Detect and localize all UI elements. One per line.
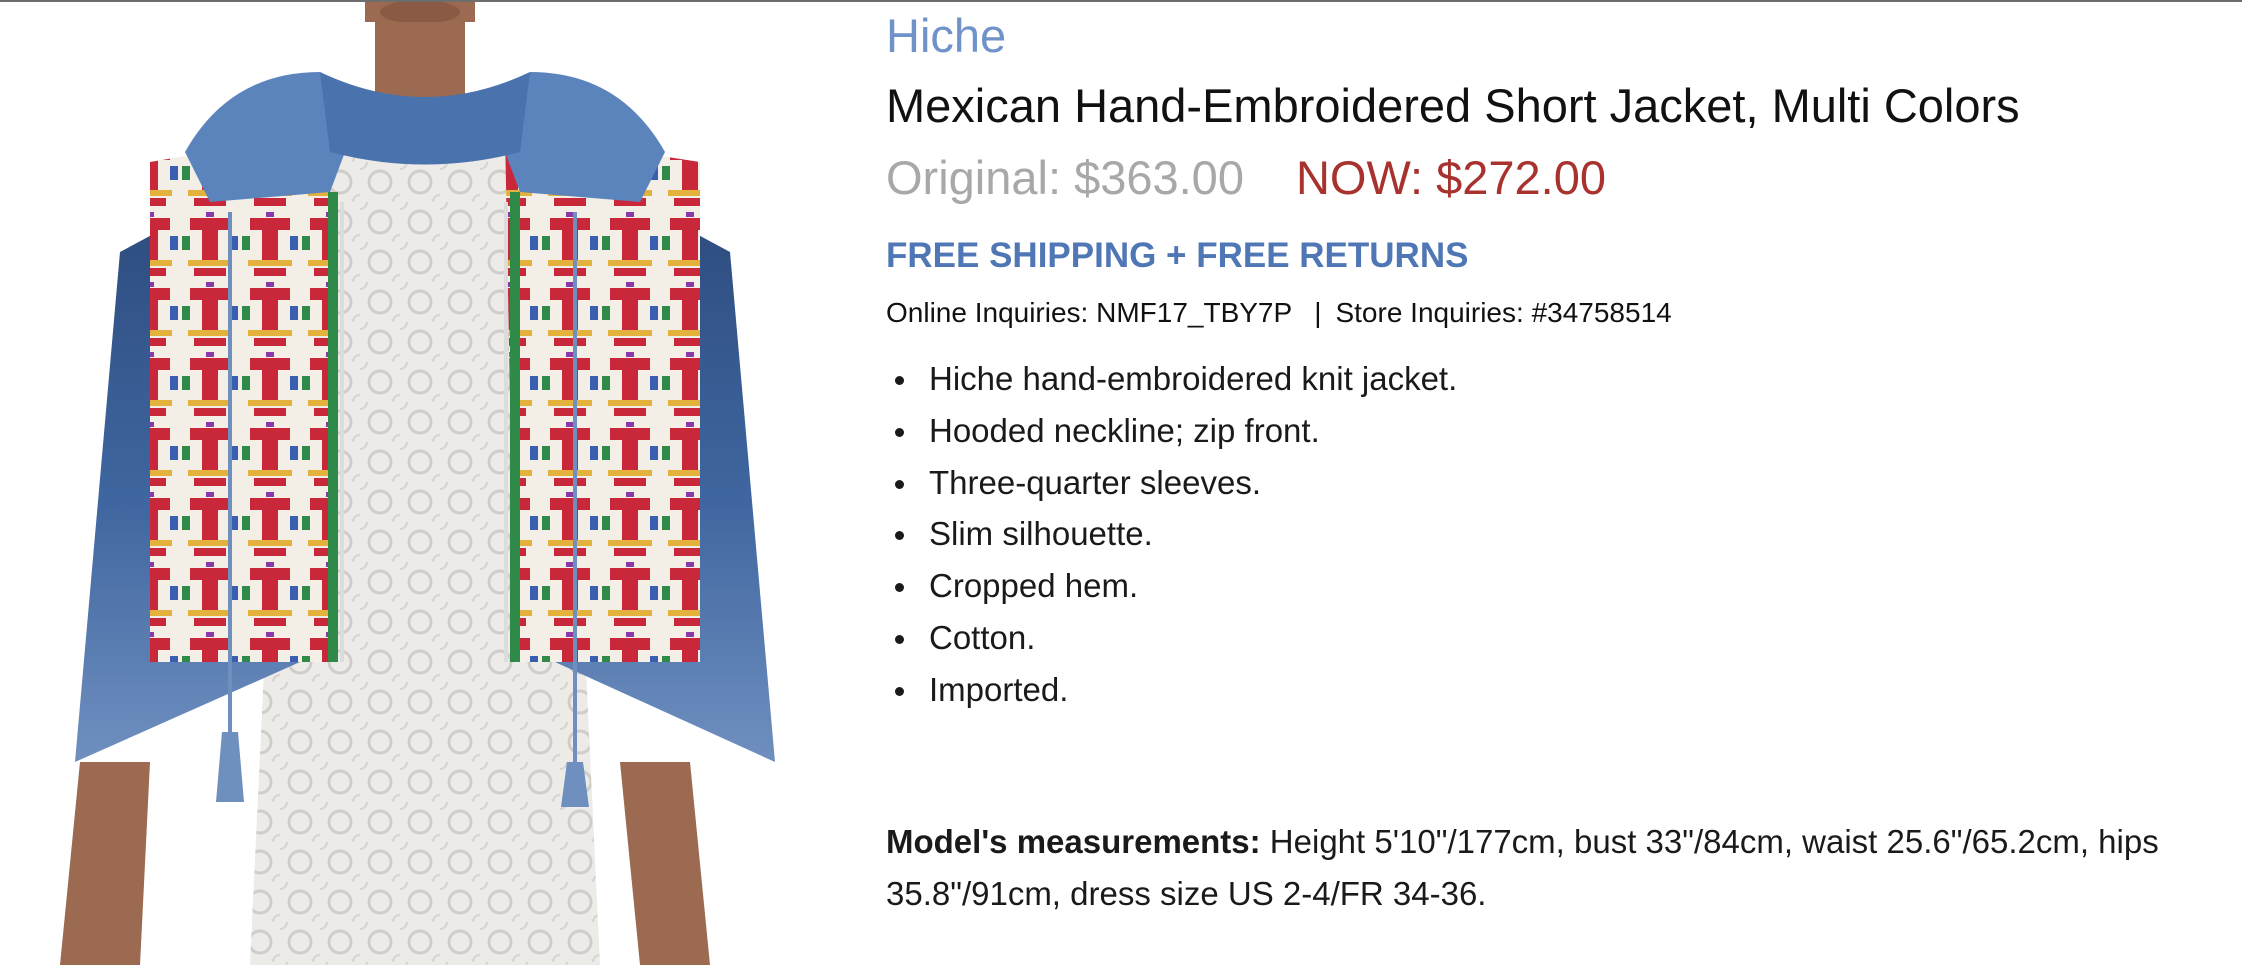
feature-item: Imported. bbox=[886, 664, 1457, 716]
feature-item: Slim silhouette. bbox=[886, 508, 1457, 560]
model-measurements: Model's measurements: Height 5'10"/177cm… bbox=[886, 816, 2226, 920]
sale-price: NOW: $272.00 bbox=[1295, 151, 1606, 204]
product-title: Mexican Hand-Embroidered Short Jacket, M… bbox=[886, 79, 2020, 132]
feature-item: Hooded neckline; zip front. bbox=[886, 405, 1457, 457]
inquiries-separator: | bbox=[1314, 297, 1322, 328]
measurements-label: Model's measurements: bbox=[886, 823, 1261, 860]
product-photo-icon bbox=[60, 2, 775, 965]
store-inquiries: Store Inquiries: #34758514 bbox=[1335, 297, 1672, 328]
original-price: Original: $363.00 bbox=[886, 151, 1244, 204]
feature-item: Cotton. bbox=[886, 612, 1457, 664]
price-row: Original: $363.00 NOW: $272.00 bbox=[886, 150, 1606, 206]
brand-link[interactable]: Hiche bbox=[886, 8, 1006, 64]
product-image[interactable] bbox=[0, 2, 860, 965]
feature-item: Three-quarter sleeves. bbox=[886, 457, 1457, 509]
feature-item: Hiche hand-embroidered knit jacket. bbox=[886, 353, 1457, 405]
feature-item: Cropped hem. bbox=[886, 560, 1457, 612]
feature-list: Hiche hand-embroidered knit jacket. Hood… bbox=[886, 353, 1457, 716]
online-inquiries: Online Inquiries: NMF17_TBY7P bbox=[886, 297, 1293, 328]
shipping-banner: FREE SHIPPING + FREE RETURNS bbox=[886, 236, 1469, 275]
inquiries-line: Online Inquiries: NMF17_TBY7P | Store Inqu… bbox=[886, 296, 1672, 330]
